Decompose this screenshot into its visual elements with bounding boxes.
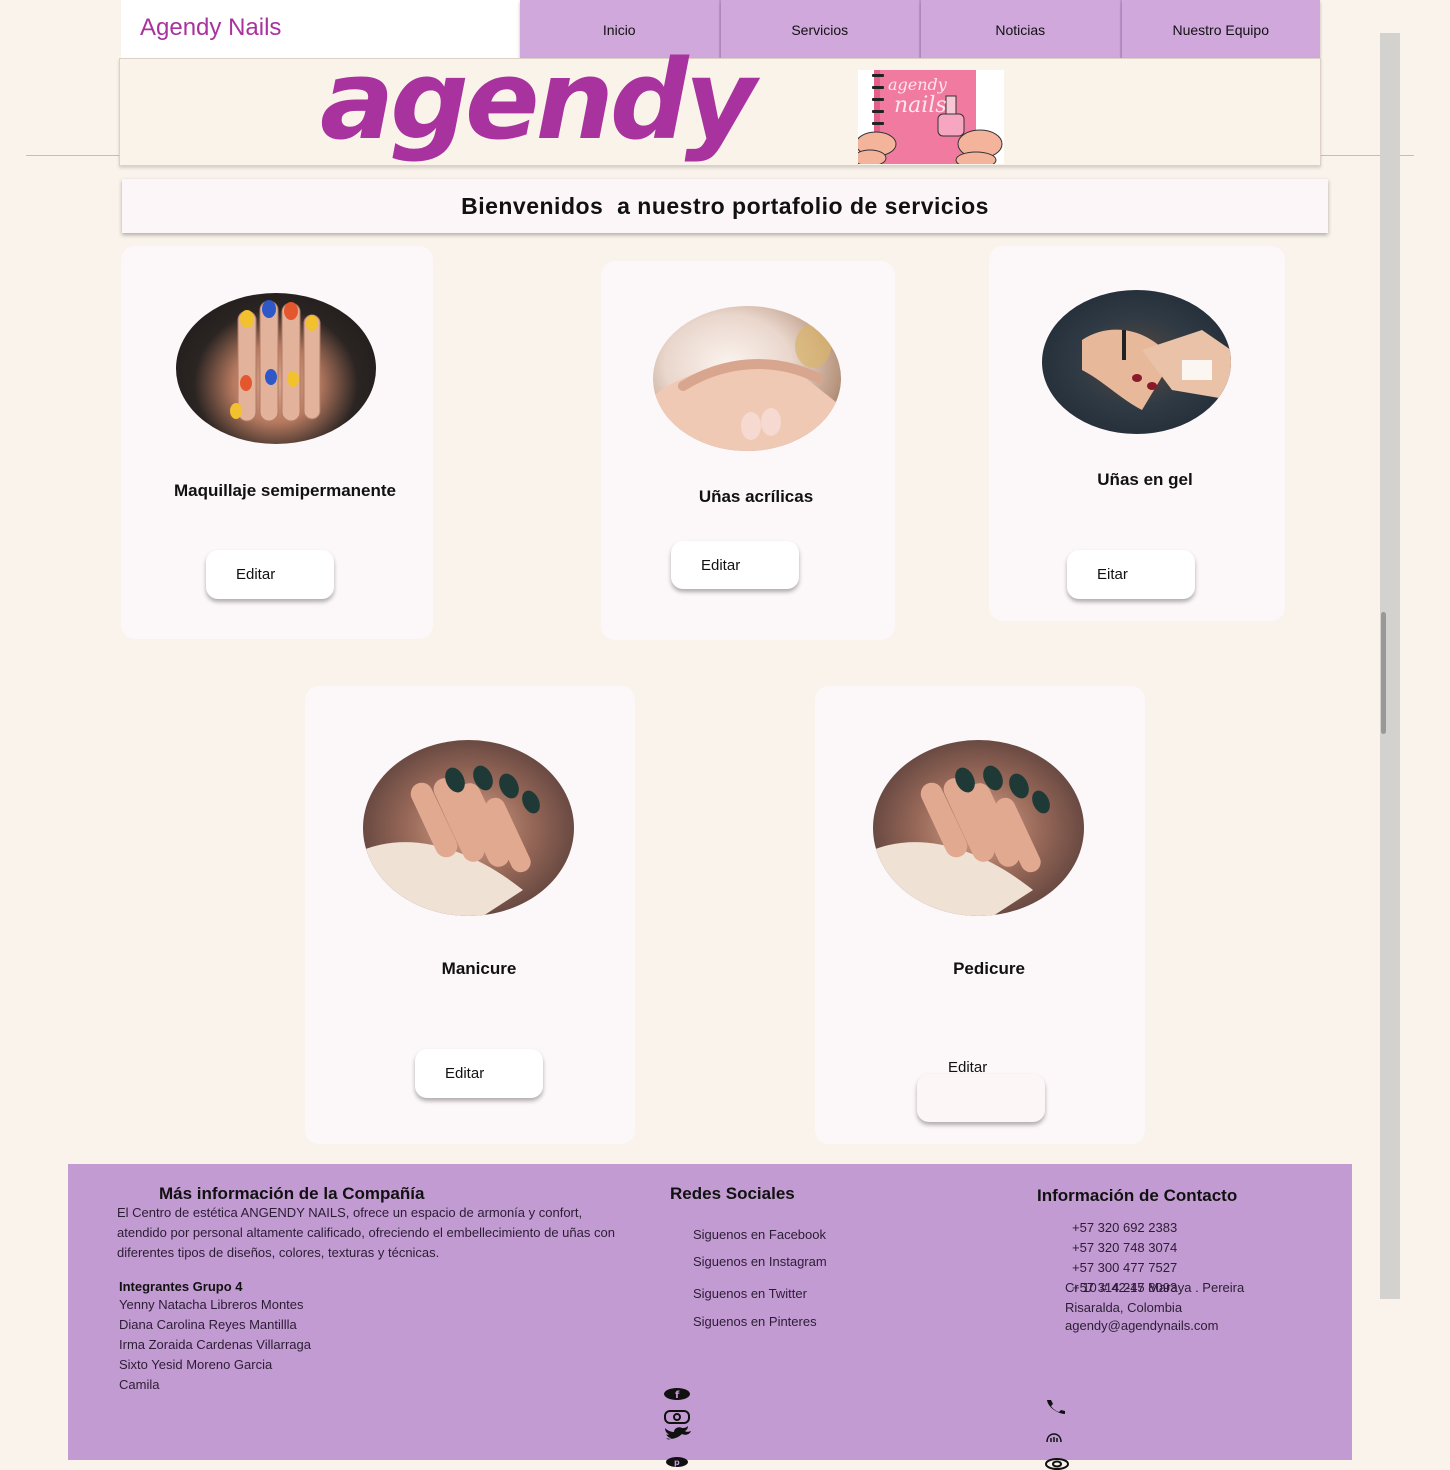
service-photo-pedicure xyxy=(873,740,1084,916)
brand-logo-text[interactable]: Agendy Nails xyxy=(140,14,281,42)
footer-company-description: El Centro de estética ANGENDY NAILS, ofr… xyxy=(117,1205,615,1260)
svg-text:p: p xyxy=(674,1458,680,1467)
footer-contact-heading: Información de Contacto xyxy=(1037,1186,1238,1205)
social-link-pinterest[interactable]: Siguenos en Pinteres xyxy=(693,1312,817,1332)
scrollbar-thumb[interactable] xyxy=(1381,612,1386,734)
edit-button[interactable] xyxy=(917,1074,1045,1122)
edit-button[interactable]: Editar xyxy=(415,1049,543,1098)
svg-text:f: f xyxy=(675,1390,680,1401)
service-photo-gel xyxy=(1042,290,1231,434)
social-link-twitter[interactable]: Siguenos en Twitter xyxy=(693,1284,807,1304)
at-icon xyxy=(1045,1458,1069,1470)
pinterest-icon[interactable]: p xyxy=(666,1457,688,1467)
nav-item-nuestro-equipo[interactable]: Nuestro Equipo xyxy=(1121,0,1320,59)
service-photo-manicure xyxy=(363,740,574,916)
footer-member: Diana Carolina Reyes Mantillla xyxy=(119,1317,297,1332)
welcome-title: Bienvenidos a nuestro portafolio de serv… xyxy=(461,192,989,219)
notebook-text-nails: nails xyxy=(894,93,947,118)
social-link-instagram[interactable]: Siguenos en Instagram xyxy=(693,1252,827,1272)
agendy-logo: agendy xyxy=(320,38,765,164)
nav-item-noticias[interactable]: Noticias xyxy=(921,0,1122,59)
divider-left xyxy=(26,155,120,156)
contact-phone: +57 300 477 7527 xyxy=(1072,1260,1178,1275)
footer-member: Yenny Natacha Libreros Montes xyxy=(119,1297,304,1312)
contact-phone: +57 320 692 2383 xyxy=(1072,1220,1178,1235)
service-title: Uñas en gel xyxy=(1097,470,1193,489)
twitter-icon[interactable] xyxy=(665,1426,691,1440)
footer-member: Camila xyxy=(119,1377,160,1392)
service-title: Pedicure xyxy=(953,959,1025,978)
service-title: Maquillaje semipermanente xyxy=(173,481,397,500)
edit-button-label: Editar xyxy=(445,1065,485,1082)
social-link-facebook[interactable]: Siguenos en Facebook xyxy=(693,1225,826,1245)
edit-button-label: Editar xyxy=(236,566,276,583)
edit-button-label: Editar xyxy=(701,556,741,574)
edit-button-label: Eitar xyxy=(1097,566,1128,583)
service-photo-acrilicas xyxy=(653,306,841,451)
contact-address: Cr 10 # 42-17 Maraya . Pereira xyxy=(1065,1280,1245,1295)
notebook-text-agendy: agendy xyxy=(888,75,948,94)
footer-social-heading: Redes Sociales xyxy=(670,1184,795,1203)
agendy-logo-text: agendy xyxy=(320,38,761,164)
contact-icons xyxy=(1045,1400,1069,1470)
footer-members-heading: Integrantes Grupo 4 xyxy=(119,1279,243,1294)
edit-button[interactable]: Editar xyxy=(671,541,799,589)
footer-member: Sixto Yesid Moreno Garcia xyxy=(119,1357,273,1372)
social-icons: f p xyxy=(664,1388,691,1467)
edit-button[interactable]: Eitar xyxy=(1067,550,1195,599)
contact-phone: +57 320 748 3074 xyxy=(1072,1240,1178,1255)
hand-icon xyxy=(1046,1433,1062,1443)
edit-button[interactable]: Editar xyxy=(206,550,334,599)
facebook-icon[interactable]: f xyxy=(664,1388,690,1401)
notebook-illustration: agendy nails xyxy=(858,70,1004,164)
service-title: Uñas acrílicas xyxy=(698,487,814,506)
contact-city: Risaralda, Colombia xyxy=(1065,1300,1183,1315)
footer-member: Irma Zoraida Cardenas Villarraga xyxy=(119,1337,311,1352)
instagram-icon[interactable] xyxy=(664,1410,690,1424)
service-photo-maquillaje xyxy=(176,293,376,444)
welcome-banner: Bienvenidos a nuestro portafolio de serv… xyxy=(122,179,1328,233)
footer-company-heading: Más información de la Compañía xyxy=(159,1184,425,1203)
service-title: Manicure xyxy=(441,959,517,978)
contact-email[interactable]: agendy@agendynails.com xyxy=(1065,1316,1218,1336)
phone-icon xyxy=(1047,1400,1065,1414)
